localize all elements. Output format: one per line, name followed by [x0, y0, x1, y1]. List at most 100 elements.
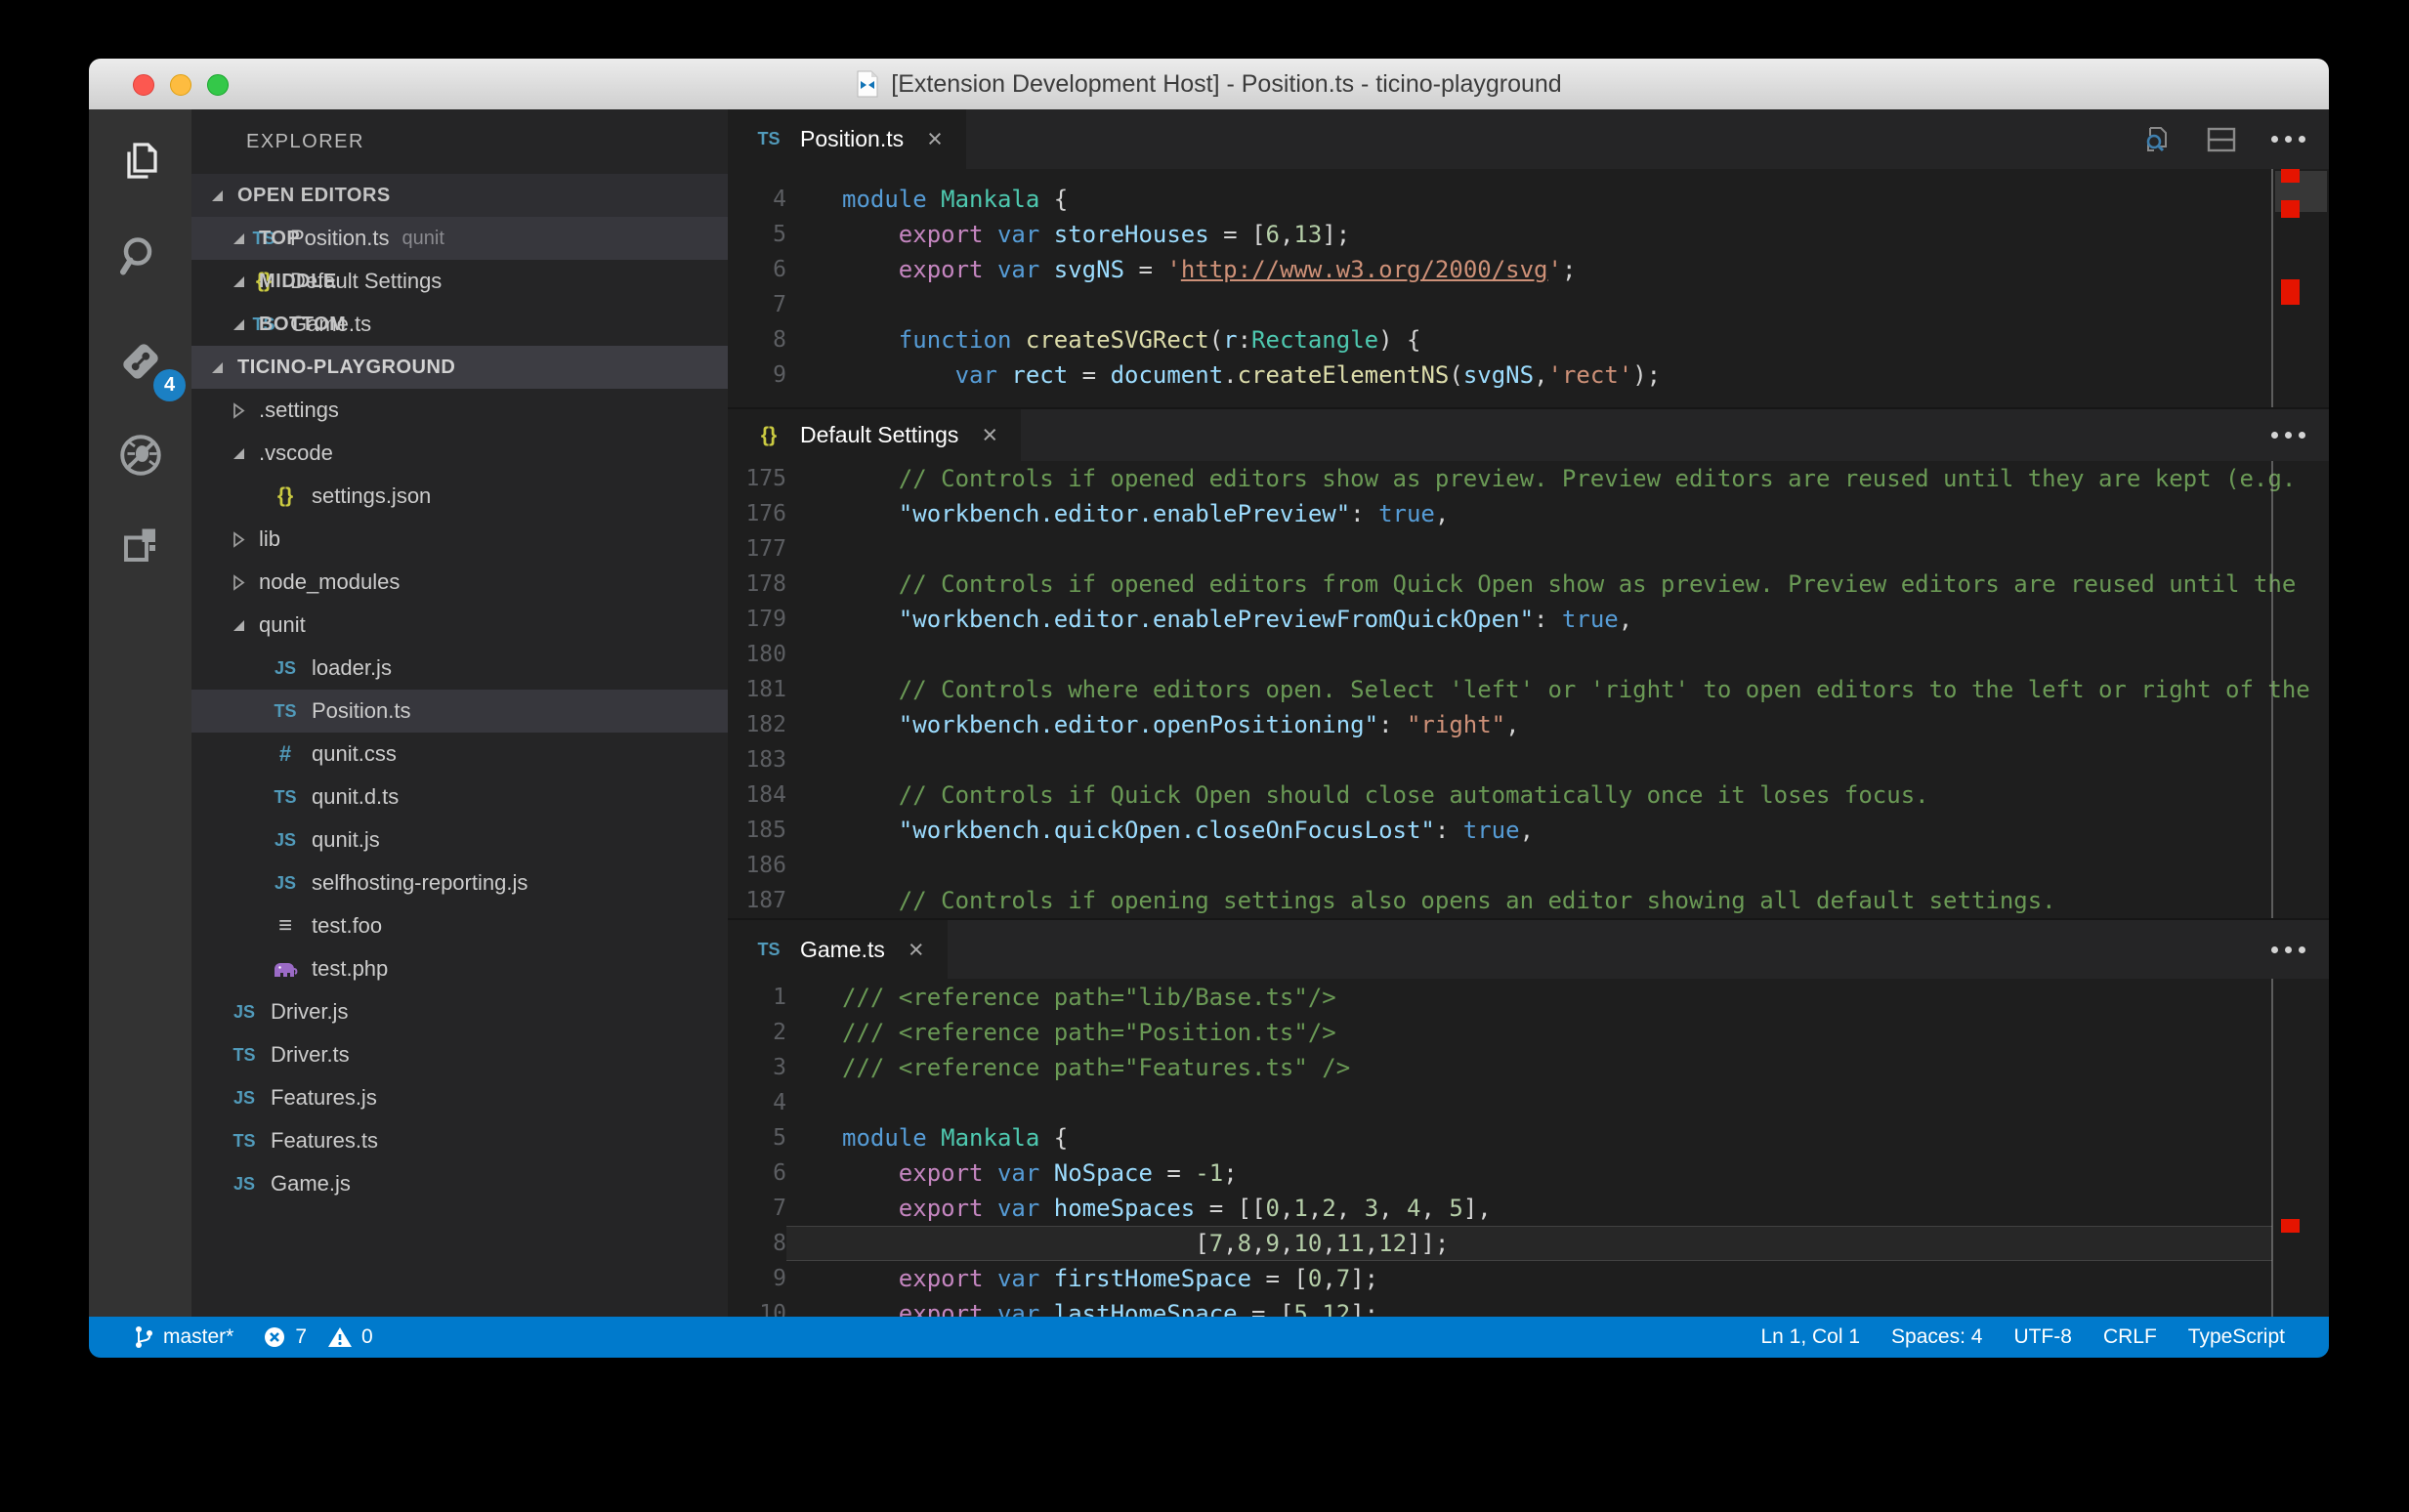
- code-line: export var firstHomeSpace = [0,7];: [786, 1261, 2329, 1296]
- open-preview-icon[interactable]: [2142, 125, 2172, 154]
- overview-ruler-border: [2271, 461, 2273, 918]
- line-number: 183: [728, 742, 786, 777]
- code-line: // Controls if opened editors show as pr…: [786, 461, 2329, 496]
- sidebar-row-game-js[interactable]: JSGame.js: [191, 1162, 728, 1205]
- line-number: 8: [728, 322, 786, 357]
- row-label: TICINO-PLAYGROUND: [237, 357, 455, 379]
- close-tab-icon[interactable]: ×: [909, 937, 924, 963]
- sidebar-row-qunit-css[interactable]: #qunit.css: [191, 733, 728, 776]
- sidebar-row-driver-js[interactable]: JSDriver.js: [191, 990, 728, 1033]
- row-label: Game.js: [271, 1171, 351, 1197]
- sidebar-row--settings[interactable]: .settings: [191, 389, 728, 432]
- status-item-utf-8[interactable]: UTF-8: [2013, 1325, 2072, 1349]
- code-line: "workbench.editor.enablePreviewFromQuick…: [786, 602, 2329, 637]
- sidebar-row-test-foo[interactable]: ≡test.foo: [191, 904, 728, 947]
- screenshot-canvas: { "colors": { "statusbar": "#007ACC", "e…: [0, 0, 2409, 1512]
- status-item-ln-1-col-1[interactable]: Ln 1, Col 1: [1760, 1325, 1860, 1349]
- twisty-expanded-icon: [205, 190, 229, 201]
- line-number: 6: [728, 1155, 786, 1191]
- sidebar-row--vscode[interactable]: .vscode: [191, 432, 728, 475]
- explorer-icon[interactable]: [117, 139, 164, 186]
- status-item-typescript[interactable]: TypeScript: [2188, 1325, 2285, 1349]
- sidebar-row-settings-json[interactable]: {}settings.json: [191, 475, 728, 518]
- more-actions-icon[interactable]: [2271, 136, 2305, 143]
- sidebar-row-driver-ts[interactable]: TSDriver.ts: [191, 1033, 728, 1076]
- more-actions-icon[interactable]: [2271, 946, 2305, 953]
- row-label: MIDDLE: [259, 271, 337, 293]
- sidebar-row-open-editors[interactable]: OPEN EDITORS: [191, 174, 728, 217]
- zoom-window-button[interactable]: [207, 74, 229, 96]
- code-line: // Controls if opened editors from Quick…: [786, 567, 2329, 602]
- row-label: qunit: [259, 612, 306, 638]
- sidebar-row-bottom[interactable]: BOTTOM: [191, 303, 728, 346]
- sidebar-rows: OPEN EDITORSTOP TS Position.ts qunit MIDDLE {…: [191, 174, 728, 1205]
- sidebar-row-features-js[interactable]: JSFeatures.js: [191, 1076, 728, 1119]
- code-line: module Mankala {: [786, 1120, 2329, 1155]
- minimize-window-button[interactable]: [170, 74, 191, 96]
- ts-file-icon: TS: [751, 129, 786, 149]
- row-label: lib: [259, 526, 280, 552]
- close-tab-icon[interactable]: ×: [982, 422, 997, 448]
- sidebar-row-ticino-playground[interactable]: TICINO-PLAYGROUND: [191, 346, 728, 389]
- ts-file-icon: TS: [268, 787, 303, 808]
- ts-file-icon: TS: [227, 1131, 262, 1152]
- code-line: export var lastHomeSpace = [5,12];: [786, 1296, 2329, 1317]
- line-number: 178: [728, 567, 786, 602]
- vscode-window: [Extension Development Host] - Position.…: [89, 59, 2329, 1358]
- sidebar-row-node-modules[interactable]: node_modules: [191, 561, 728, 604]
- line-number: 8: [728, 1226, 786, 1261]
- sidebar-row-features-ts[interactable]: TS Features.ts: [191, 1119, 728, 1162]
- sidebar-row-lib[interactable]: lib: [191, 518, 728, 561]
- window-controls: [133, 74, 229, 96]
- split-editor-icon[interactable]: [2207, 127, 2236, 152]
- row-label: Position.ts: [312, 698, 411, 724]
- editor-group-middle: {}Default Settings× 175 // Controls if o…: [728, 407, 2329, 918]
- row-label: .vscode: [259, 441, 333, 466]
- git-branch-status[interactable]: master*: [133, 1324, 233, 1350]
- debug-disabled-icon[interactable]: [117, 432, 164, 479]
- code-line: [786, 287, 2329, 322]
- sidebar-row-qunit-js[interactable]: JSqunit.js: [191, 819, 728, 861]
- line-number: 9: [728, 357, 786, 393]
- line-number: 181: [728, 672, 786, 707]
- line-number: 185: [728, 813, 786, 848]
- sidebar-row-selfhosting-reporting-js[interactable]: JSselfhosting-reporting.js: [191, 861, 728, 904]
- js-file-icon: JS: [268, 873, 303, 894]
- sidebar-row-loader-js[interactable]: JSloader.js: [191, 647, 728, 690]
- sidebar-row-qunit[interactable]: qunit: [191, 604, 728, 647]
- tab-position-ts[interactable]: TSPosition.ts×: [728, 109, 966, 169]
- twisty-expanded-icon: [227, 620, 250, 631]
- more-actions-icon[interactable]: [2271, 432, 2305, 439]
- code-line: export var NoSpace = -1;: [786, 1155, 2329, 1191]
- tab-game-ts[interactable]: TSGame.ts×: [728, 920, 948, 979]
- search-icon[interactable]: [117, 232, 164, 279]
- sidebar-row-test-php[interactable]: test.php: [191, 947, 728, 990]
- row-label: test.php: [312, 956, 388, 982]
- code-line: "workbench.editor.openPositioning": "rig…: [786, 707, 2329, 742]
- sidebar-row-position-ts[interactable]: TS Position.ts: [191, 690, 728, 733]
- code-line: // Controls if Quick Open should close a…: [786, 777, 2329, 813]
- problems-status[interactable]: 7 0: [263, 1325, 372, 1349]
- tab-default-settings[interactable]: {}Default Settings×: [728, 409, 1021, 461]
- error-mark: [2281, 1219, 2300, 1233]
- code-line: // Controls where editors open. Select '…: [786, 672, 2329, 707]
- close-tab-icon[interactable]: ×: [927, 126, 943, 152]
- ts-file-icon: TS: [268, 701, 303, 722]
- sidebar-row-qunit-d-ts[interactable]: TS qunit.d.ts: [191, 776, 728, 819]
- extensions-icon[interactable]: [117, 522, 164, 568]
- code-line: export var svgNS = 'http://www.w3.org/20…: [786, 252, 2329, 287]
- close-window-button[interactable]: [133, 74, 154, 96]
- js-file-icon: JS: [227, 1088, 262, 1109]
- line-number: 179: [728, 602, 786, 637]
- sidebar-row-top[interactable]: TOP: [191, 217, 728, 260]
- row-label: Features.ts: [271, 1128, 378, 1154]
- status-item-spaces-4[interactable]: Spaces: 4: [1891, 1325, 1982, 1349]
- row-label: Driver.ts: [271, 1042, 350, 1068]
- status-item-crlf[interactable]: CRLF: [2103, 1325, 2157, 1349]
- row-label: qunit.js: [312, 827, 380, 853]
- line-number: 5: [728, 1120, 786, 1155]
- sidebar-row-middle[interactable]: MIDDLE: [191, 260, 728, 303]
- js-file-icon: JS: [227, 1002, 262, 1023]
- row-label: qunit.d.ts: [312, 784, 399, 810]
- php-file-icon: [268, 959, 303, 979]
